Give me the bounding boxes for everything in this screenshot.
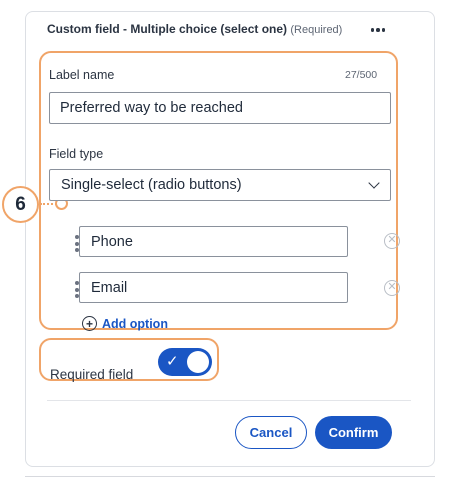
check-icon: ✓ — [166, 353, 179, 370]
dialog-title-required: (Required) — [290, 24, 343, 36]
more-options-button[interactable] — [367, 21, 389, 39]
plus-circle-icon: + — [82, 316, 97, 331]
add-option-button[interactable]: + Add option — [82, 316, 168, 331]
cancel-button[interactable]: Cancel — [235, 416, 307, 449]
chevron-down-icon — [368, 177, 380, 189]
callout-badge: 6 — [2, 186, 39, 223]
label-name-label: Label name — [49, 68, 115, 82]
divider-bottom — [25, 476, 435, 477]
character-counter: 27/500 — [345, 69, 378, 81]
toggle-knob — [187, 351, 209, 373]
required-field-toggle[interactable]: ✓ — [158, 348, 212, 376]
option-input-phone[interactable]: Phone — [79, 226, 348, 257]
field-type-select[interactable]: Single-select (radio buttons) — [49, 169, 391, 201]
required-field-label: Required field — [50, 367, 134, 382]
dialog-title-text: Custom field - Multiple choice (select o… — [47, 22, 288, 36]
label-name-input[interactable]: Preferred way to be reached — [49, 92, 391, 124]
remove-circle-icon[interactable]: ✕ — [384, 280, 400, 296]
option-input-email[interactable]: Email — [79, 272, 348, 303]
field-type-value: Single-select (radio buttons) — [61, 177, 242, 193]
remove-circle-icon[interactable]: ✕ — [384, 233, 400, 249]
add-option-label: Add option — [102, 316, 168, 331]
dialog-title: Custom field - Multiple choice (select o… — [47, 22, 342, 36]
field-type-label: Field type — [49, 147, 104, 161]
footer-divider — [47, 400, 411, 401]
more-horizontal-icon — [370, 28, 375, 32]
confirm-button[interactable]: Confirm — [315, 416, 392, 449]
